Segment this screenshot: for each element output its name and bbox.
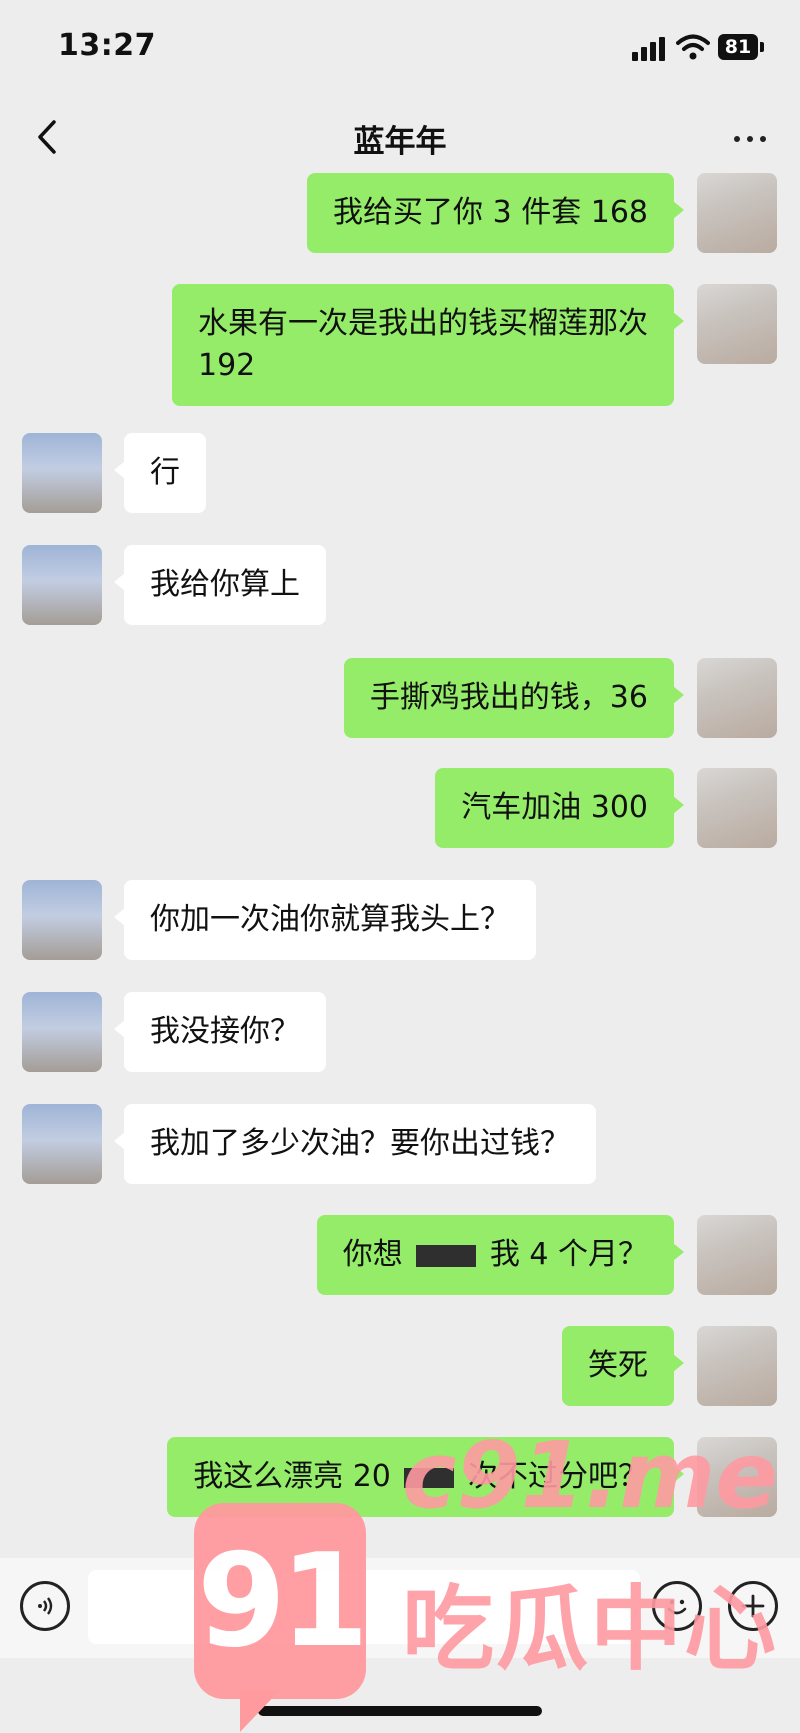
battery-cap — [760, 42, 764, 52]
message-text: 我 4 个月？ — [489, 1237, 648, 1272]
message-bubble[interactable]: 水果有一次是我出的钱买榴莲那次 192 — [172, 284, 684, 406]
avatar[interactable] — [697, 284, 777, 364]
voice-icon — [38, 1597, 53, 1615]
battery-icon: 81 — [718, 34, 758, 60]
message-bubble[interactable]: 我给你算上 — [114, 545, 326, 625]
avatar[interactable] — [697, 1326, 777, 1406]
avatar[interactable] — [22, 992, 102, 1072]
status-bar: 13:27 81 — [0, 0, 800, 96]
message-bubble[interactable]: 手撕鸡我出的钱，36 — [343, 658, 685, 738]
message-bubble[interactable]: 我给买了你 3 件套 168 — [307, 173, 684, 253]
chat-header: 蓝年年 — [0, 96, 800, 178]
more-options-button[interactable] — [720, 116, 780, 156]
message-text: 你想 — [342, 1237, 403, 1272]
more-dots-icon — [731, 127, 770, 146]
avatar[interactable] — [697, 1215, 777, 1295]
avatar[interactable] — [697, 173, 777, 253]
watermark-badge-tail — [240, 1690, 280, 1732]
avatar[interactable] — [22, 880, 102, 960]
watermark-url: c91.me — [402, 1422, 778, 1529]
watermark-badge: 91 — [194, 1503, 369, 1699]
status-time: 13:27 — [58, 28, 156, 63]
avatar[interactable] — [22, 433, 102, 513]
avatar[interactable] — [22, 545, 102, 625]
avatar[interactable] — [22, 1104, 102, 1184]
watermark-name: 吃瓜中心 — [402, 1576, 779, 1683]
voice-button[interactable] — [20, 1581, 70, 1631]
chat-title: 蓝年年 — [353, 124, 447, 160]
message-text-line: 192 — [198, 348, 256, 383]
message-bubble[interactable]: 我没接你？ — [114, 992, 326, 1072]
redaction-block — [416, 1244, 477, 1267]
battery-level: 81 — [724, 36, 752, 58]
wifi-icon — [676, 34, 710, 60]
message-bubble[interactable]: 行 — [114, 433, 206, 513]
message-bubble[interactable]: 你想 我 4 个月？ — [316, 1215, 685, 1295]
message-bubble[interactable]: 我加了多少次油？要你出过钱？ — [114, 1104, 596, 1184]
message-text-line: 水果有一次是我出的钱买榴莲那次 — [198, 306, 648, 341]
message-bubble[interactable]: 你加一次油你就算我头上？ — [114, 880, 536, 960]
signal-icon — [632, 37, 666, 61]
avatar[interactable] — [697, 658, 777, 738]
message-bubble[interactable]: 汽车加油 300 — [435, 768, 684, 848]
home-indicator — [258, 1706, 542, 1716]
message-text: 我这么漂亮 20 — [193, 1459, 391, 1494]
avatar[interactable] — [697, 768, 777, 848]
message-bubble[interactable]: 笑死 — [562, 1326, 684, 1406]
